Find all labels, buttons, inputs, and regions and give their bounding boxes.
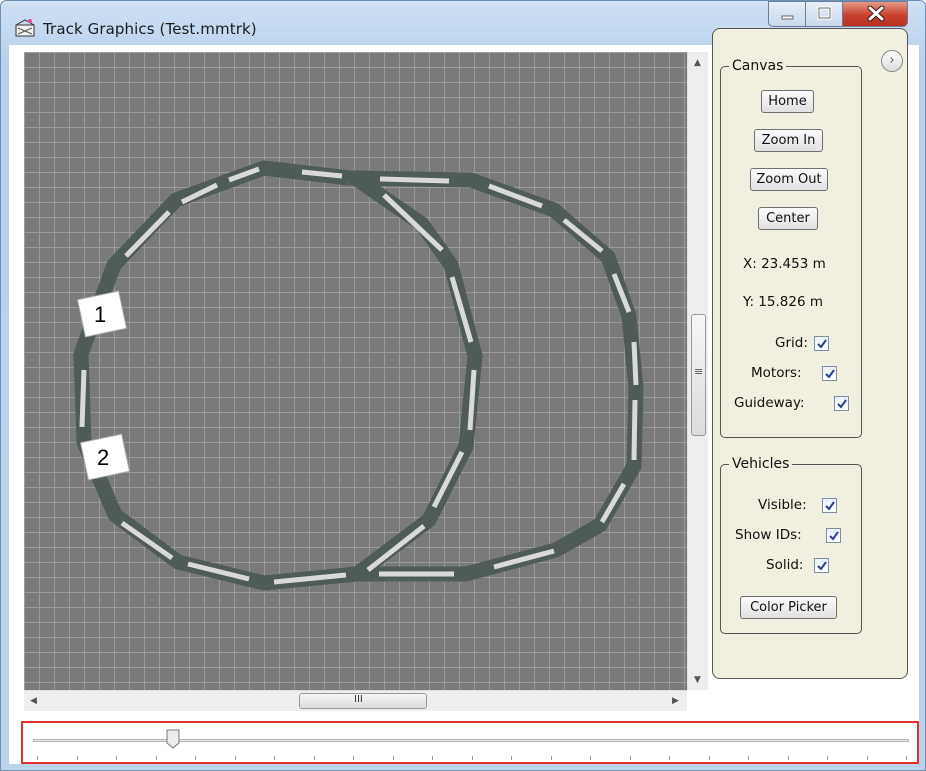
slider-tick xyxy=(353,756,354,760)
slider-tick xyxy=(471,756,473,760)
slider-tick xyxy=(590,756,591,760)
slider-tick xyxy=(116,756,117,760)
vehicle-id-label: 2 xyxy=(97,445,110,470)
vertical-scrollbar[interactable]: ▲ ≡ ▼ xyxy=(687,52,708,690)
slider-tick xyxy=(708,756,710,760)
minimize-button[interactable] xyxy=(768,1,806,27)
vehicles-group: Vehicles Visible: Show IDs: Solid: Color… xyxy=(720,456,862,634)
motor-segment xyxy=(379,176,450,184)
horizontal-scrollbar[interactable]: ◀ III ▶ xyxy=(24,690,687,711)
visible-checkbox[interactable] xyxy=(822,498,837,513)
slider-track xyxy=(33,739,909,742)
slider-tick xyxy=(748,756,749,760)
home-button[interactable]: Home xyxy=(761,90,814,113)
window-title: Track Graphics (Test.mmtrk) xyxy=(43,20,257,38)
close-icon xyxy=(867,5,885,22)
vertical-scroll-grip-icon: ≡ xyxy=(694,365,704,378)
scroll-down-arrow-icon[interactable]: ▼ xyxy=(694,675,701,685)
control-panel: Canvas Home Zoom In Zoom Out Center X: 2… xyxy=(712,28,908,679)
right-loop-track xyxy=(354,170,644,582)
motors-label: Motors: xyxy=(751,365,802,381)
minimize-icon xyxy=(781,15,794,20)
checkmark-icon xyxy=(825,501,835,511)
track-graphics-window: Track Graphics (Test.mmtrk) 1 2 ▲ ≡ ▼ ◀ … xyxy=(0,0,926,771)
slider-tick xyxy=(155,756,157,760)
track-drawing xyxy=(73,160,644,591)
slider-tick xyxy=(76,756,78,760)
left-loop-track xyxy=(73,160,483,591)
zoom-in-button[interactable]: Zoom In xyxy=(754,129,823,152)
color-picker-button[interactable]: Color Picker xyxy=(740,596,837,619)
close-button[interactable] xyxy=(842,1,908,27)
scroll-left-arrow-icon[interactable]: ◀ xyxy=(30,696,37,706)
motor-segments xyxy=(79,166,639,585)
guideway-track xyxy=(73,160,644,591)
checkmark-icon xyxy=(837,399,847,409)
track-graphics-app-icon xyxy=(15,19,35,37)
slider-tick xyxy=(195,756,196,760)
chevron-right-icon: › xyxy=(889,53,895,68)
vehicles-group-legend: Vehicles xyxy=(729,456,793,472)
motor-segment xyxy=(366,524,426,572)
motor-segment xyxy=(382,193,444,252)
slider-tick xyxy=(669,756,670,760)
horizontal-scroll-thumb[interactable]: III xyxy=(299,693,427,709)
grid-label: Grid: xyxy=(775,335,808,351)
slider-tick xyxy=(866,756,868,760)
motor-segment xyxy=(562,218,604,253)
motor-segment xyxy=(79,369,87,428)
motor-segment xyxy=(120,520,174,561)
slider-tick xyxy=(906,756,907,760)
track-canvas[interactable]: 1 2 xyxy=(24,52,687,690)
x-coordinate-readout: X: 23.453 m xyxy=(743,256,826,272)
show-ids-checkbox[interactable] xyxy=(826,528,841,543)
guideway-checkbox[interactable] xyxy=(834,396,849,411)
show-ids-label: Show IDs: xyxy=(735,527,802,543)
slider-tick xyxy=(37,756,38,760)
slider-tick xyxy=(432,756,433,760)
center-button[interactable]: Center xyxy=(758,207,818,230)
slider-tick xyxy=(787,756,789,760)
vehicle-id-label: 1 xyxy=(94,302,107,327)
expand-panel-button[interactable]: › xyxy=(881,50,903,72)
horizontal-scroll-grip-icon: III xyxy=(354,694,363,705)
solid-checkbox[interactable] xyxy=(814,558,829,573)
visible-label: Visible: xyxy=(758,497,807,513)
y-coordinate-readout: Y: 15.826 m xyxy=(743,294,823,310)
grid-checkbox[interactable] xyxy=(814,336,829,351)
maximize-icon xyxy=(817,6,832,20)
slider-thumb[interactable] xyxy=(166,729,180,749)
checkmark-icon xyxy=(829,531,839,541)
slider-tick xyxy=(511,756,512,760)
guideway-label: Guideway: xyxy=(734,395,805,411)
scroll-up-arrow-icon[interactable]: ▲ xyxy=(694,58,701,68)
vertical-scroll-thumb[interactable]: ≡ xyxy=(691,314,706,436)
motor-segment xyxy=(124,210,171,258)
slider-tick xyxy=(827,756,828,760)
solid-label: Solid: xyxy=(766,557,804,573)
timeline-slider[interactable] xyxy=(21,721,919,764)
checkmark-icon xyxy=(817,339,827,349)
checkmark-icon xyxy=(817,561,827,571)
motors-checkbox[interactable] xyxy=(822,366,837,381)
slider-tick xyxy=(629,756,631,760)
slider-tick xyxy=(234,756,236,760)
motor-segment xyxy=(631,399,638,461)
canvas-group: Canvas Home Zoom In Zoom Out Center X: 2… xyxy=(720,58,862,438)
slider-tick xyxy=(274,756,275,760)
motor-segment xyxy=(631,341,639,386)
slider-tick xyxy=(313,756,315,760)
slider-tick xyxy=(550,756,552,760)
scroll-right-arrow-icon[interactable]: ▶ xyxy=(672,696,679,706)
slider-tick xyxy=(392,756,394,760)
zoom-out-button[interactable]: Zoom Out xyxy=(750,168,828,191)
canvas-group-legend: Canvas xyxy=(729,58,787,74)
checkmark-icon xyxy=(825,369,835,379)
maximize-button[interactable] xyxy=(805,1,843,27)
